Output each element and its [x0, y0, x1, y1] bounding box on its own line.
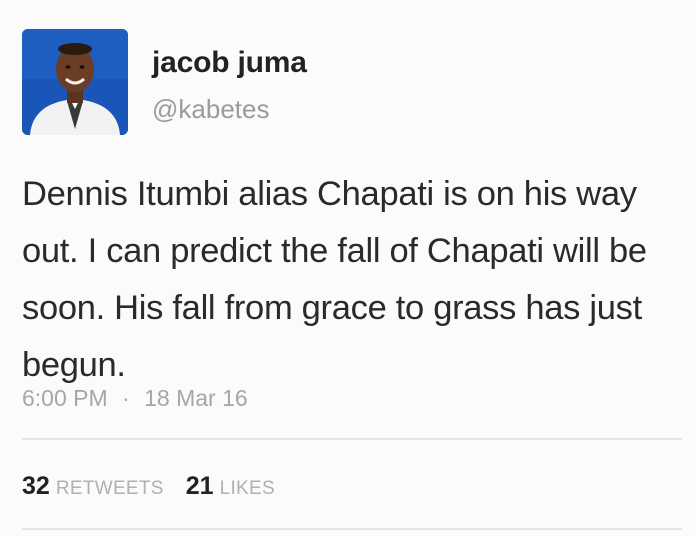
- retweets-label: RETWEETS: [55, 478, 164, 499]
- author-handle[interactable]: @kabetes: [152, 94, 269, 125]
- likes-label: LIKES: [219, 478, 275, 499]
- tweet-timestamp[interactable]: 6:00 PM · 18 Mar 16: [22, 385, 248, 412]
- tweet-text: Dennis Itumbi alias Chapati is on his wa…: [22, 175, 647, 384]
- divider-bottom: [22, 528, 682, 530]
- likes-stat[interactable]: 21 LIKES: [186, 472, 275, 501]
- retweets-stat[interactable]: 32 RETWEETS: [22, 472, 164, 501]
- timestamp-separator: ·: [122, 385, 130, 411]
- tweet-date: 18 Mar 16: [144, 385, 248, 411]
- tweet-time: 6:00 PM: [22, 385, 108, 411]
- avatar-image: [22, 29, 128, 135]
- likes-count: 21: [185, 472, 214, 500]
- tweet-stats: 32 RETWEETS 21 LIKES: [22, 472, 297, 501]
- tweet-card: jacob juma @kabetes Dennis Itumbi alias …: [0, 0, 696, 536]
- divider-top: [22, 438, 682, 440]
- retweets-count: 32: [22, 472, 50, 500]
- author-name[interactable]: jacob juma: [152, 46, 307, 80]
- avatar[interactable]: [22, 29, 128, 135]
